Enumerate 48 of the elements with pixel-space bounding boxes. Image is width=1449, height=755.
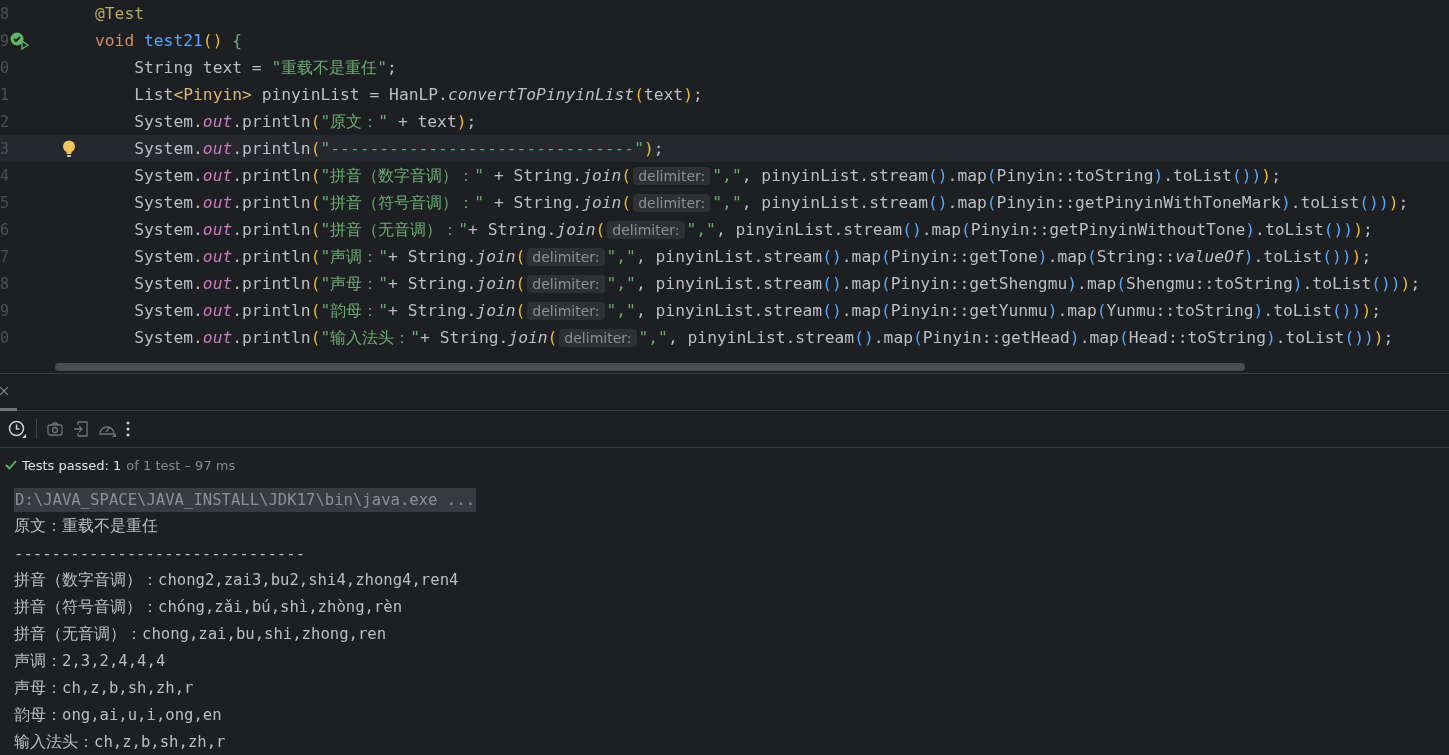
console-line: 韵母：ong,ai,u,i,ong,en	[14, 705, 222, 726]
import-icon[interactable]	[73, 421, 88, 437]
tests-passed-label: Tests passed: 1	[22, 457, 122, 473]
horizontal-scrollbar[interactable]	[55, 363, 1245, 371]
parameter-hint: delimiter:	[559, 328, 637, 347]
code-text: String text = "重载不是重任";	[133, 56, 397, 79]
code-text: System.out.println("拼音（无音调）："+ String.join(	[133, 218, 606, 241]
code-text: ",", pinyinList.stream().map(Pinyin::getShengmu).map(Shengmu::toString).toList()));	[606, 274, 1421, 293]
history-icon[interactable]	[8, 420, 26, 438]
console-line: 拼音（符号音调）：chóng,zǎi,bú,shì,zhòng,rèn	[14, 597, 403, 618]
parameter-hint: delimiter:	[527, 247, 605, 266]
code-text: System.out.println("拼音（符号音调）：" + String.join(	[133, 191, 632, 214]
code-text: ",", pinyinList.stream().map(Pinyin::getTone).map(String::valueOf).toList()));	[606, 247, 1372, 266]
check-icon	[5, 460, 17, 470]
code-text: System.out.println("输入法头："+ String.join(	[133, 326, 558, 349]
code-text: List<Pinyin> pinyinList = HanLP.convertToPinyinList(text);	[133, 85, 703, 104]
lightbulb-icon[interactable]	[62, 139, 76, 158]
code-text: System.out.println("原文：" + text);	[133, 110, 477, 133]
parameter-hint: delimiter:	[527, 301, 605, 320]
code-text: System.out.println("韵母："+ String.join(	[133, 299, 526, 322]
parameter-hint: delimiter:	[527, 274, 605, 293]
code-text: ",", pinyinList.stream().map(Pinyin::getYunmu).map(Yunmu::toString).toList()));	[606, 301, 1382, 320]
parameter-hint: delimiter:	[633, 166, 711, 185]
code-text: ",", pinyinList.stream().map(Pinyin::toString).toList()));	[712, 166, 1281, 185]
close-icon[interactable]	[0, 387, 8, 395]
code-text: void test21() {	[95, 31, 243, 50]
code-text: System.out.println("声母："+ String.join(	[133, 272, 526, 295]
code-text: System.out.println("-------------------------------");	[133, 139, 664, 158]
parameter-hint: delimiter:	[633, 193, 711, 212]
camera-icon[interactable]	[47, 422, 63, 436]
parameter-hint: delimiter:	[607, 220, 685, 239]
code-text: ",", pinyinList.stream().map(Pinyin::getPinyinWithToneMark).toList()));	[712, 193, 1409, 212]
more-options-icon[interactable]	[126, 421, 130, 437]
console-line: -------------------------------	[14, 544, 306, 563]
code-text: ",", pinyinList.stream().map(Pinyin::getHead).map(Head::toString).toList()));	[638, 328, 1394, 347]
command-line-text: D:\JAVA_SPACE\JAVA_INSTALL\JDK17\bin\java.exe ...	[14, 487, 477, 512]
code-text: @Test	[95, 4, 144, 23]
console-line: 原文：重载不是重任	[14, 516, 158, 537]
code-text: ",", pinyinList.stream().map(Pinyin::getPinyinWithoutTone).toList()));	[686, 220, 1373, 239]
console-line: 拼音（无音调）：chong,zai,bu,shi,zhong,ren	[14, 624, 387, 645]
test-duration-text: of 1 test – 97 ms	[126, 457, 236, 473]
code-text: System.out.println("拼音（数字音调）：" + String.join(	[133, 164, 632, 187]
console-line: 声母：ch,z,b,sh,zh,r	[14, 678, 194, 699]
test-passed-icon[interactable]	[10, 31, 30, 50]
code-text: System.out.println("声调："+ String.join(	[133, 245, 526, 268]
console-line: 拼音（数字音调）：chong2,zai3,bu2,shi4,zhong4,ren4	[14, 570, 459, 591]
console-line: 声调：2,3,2,4,4,4	[14, 651, 166, 672]
console-line: 输入法头：ch,z,b,sh,zh,r	[14, 732, 226, 753]
